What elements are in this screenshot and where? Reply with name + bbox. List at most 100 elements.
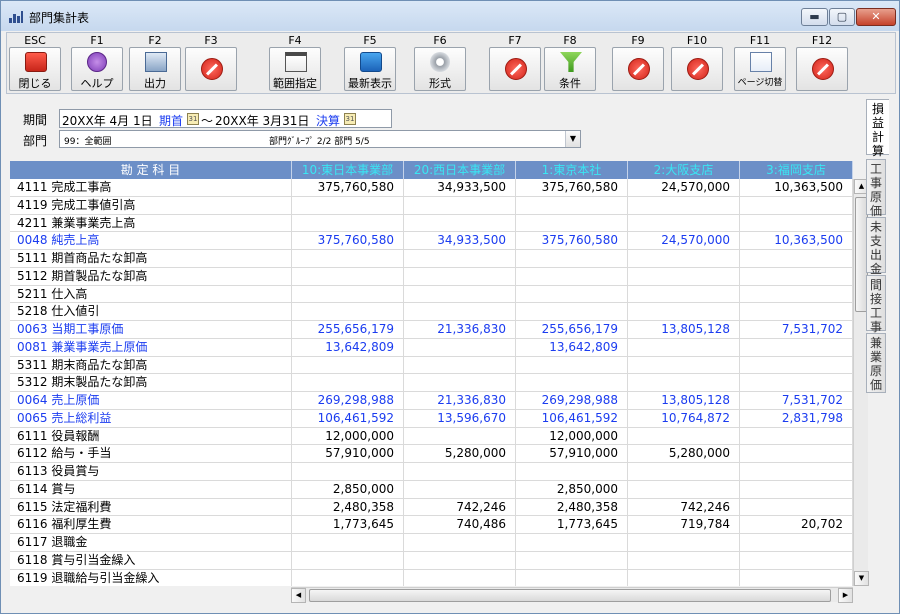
value-cell[interactable]: 375,760,580 bbox=[516, 232, 628, 250]
account-cell[interactable]: 5311 期末商品たな卸高 bbox=[10, 356, 292, 374]
value-cell[interactable] bbox=[292, 463, 404, 480]
account-cell[interactable]: 0064 売上原価 bbox=[10, 392, 292, 409]
account-cell[interactable]: 0063 当期工事原価 bbox=[10, 321, 292, 338]
value-cell[interactable]: 255,656,179 bbox=[516, 321, 628, 338]
value-cell[interactable] bbox=[516, 551, 628, 569]
side-tab[interactable]: 兼業原価 bbox=[866, 333, 886, 393]
value-cell[interactable]: 13,596,670 bbox=[404, 409, 516, 427]
table-row[interactable]: 5112 期首製品たな卸高 bbox=[10, 267, 853, 286]
value-cell[interactable]: 10,363,500 bbox=[740, 232, 853, 250]
value-cell[interactable] bbox=[292, 285, 404, 303]
value-cell[interactable] bbox=[292, 303, 404, 321]
value-cell[interactable]: 1,773,645 bbox=[292, 516, 404, 534]
button-f8[interactable]: 条件 bbox=[544, 47, 596, 91]
table-row[interactable]: 5111 期首商品たな卸高 bbox=[10, 250, 853, 268]
value-cell[interactable] bbox=[516, 463, 628, 480]
value-cell[interactable] bbox=[628, 303, 740, 321]
table-row[interactable]: 5211 仕入高 bbox=[10, 285, 853, 304]
value-cell[interactable] bbox=[404, 214, 516, 232]
table-row[interactable]: 5312 期末製品たな卸高 bbox=[10, 374, 853, 392]
value-cell[interactable]: 255,656,179 bbox=[292, 321, 404, 338]
value-cell[interactable]: 10,363,500 bbox=[740, 179, 853, 196]
button-f2[interactable]: 出力 bbox=[129, 47, 181, 91]
value-cell[interactable] bbox=[628, 551, 740, 569]
value-cell[interactable] bbox=[516, 534, 628, 551]
value-cell[interactable] bbox=[292, 569, 404, 586]
value-cell[interactable]: 13,805,128 bbox=[628, 321, 740, 338]
account-cell[interactable]: 5218 仕入値引 bbox=[10, 303, 292, 321]
value-cell[interactable] bbox=[628, 569, 740, 586]
value-cell[interactable] bbox=[740, 214, 853, 232]
value-cell[interactable] bbox=[404, 551, 516, 569]
value-cell[interactable] bbox=[628, 374, 740, 392]
value-cell[interactable]: 269,298,988 bbox=[292, 392, 404, 409]
account-cell[interactable]: 6112 給与・手当 bbox=[10, 445, 292, 463]
account-cell[interactable]: 5112 期首製品たな卸高 bbox=[10, 267, 292, 285]
value-cell[interactable]: 57,910,000 bbox=[516, 445, 628, 463]
value-cell[interactable] bbox=[292, 551, 404, 569]
scroll-left-icon[interactable]: ◀ bbox=[291, 588, 306, 603]
value-cell[interactable] bbox=[404, 569, 516, 586]
value-cell[interactable]: 5,280,000 bbox=[404, 445, 516, 463]
value-cell[interactable] bbox=[404, 534, 516, 551]
value-cell[interactable] bbox=[516, 569, 628, 586]
value-cell[interactable]: 13,805,128 bbox=[628, 392, 740, 409]
value-cell[interactable] bbox=[740, 267, 853, 285]
value-cell[interactable]: 269,298,988 bbox=[516, 392, 628, 409]
value-cell[interactable] bbox=[404, 196, 516, 214]
value-cell[interactable] bbox=[628, 480, 740, 498]
value-cell[interactable] bbox=[292, 356, 404, 374]
value-cell[interactable] bbox=[404, 480, 516, 498]
account-cell[interactable]: 6116 福利厚生費 bbox=[10, 516, 292, 534]
value-cell[interactable]: 5,280,000 bbox=[628, 445, 740, 463]
chevron-down-icon[interactable]: ▼ bbox=[565, 131, 580, 147]
table-row[interactable]: 6116 福利厚生費 1,773,645 740,486 1,773,645 719,7… bbox=[10, 516, 853, 534]
subtotal-row[interactable]: 0065 売上総利益 106,461,592 13,596,670 106,461,5… bbox=[10, 409, 853, 428]
disabled-button-f10[interactable] bbox=[671, 47, 723, 91]
end-calendar-icon[interactable]: 31 bbox=[344, 113, 356, 125]
disabled-button-f12[interactable] bbox=[796, 47, 848, 91]
account-cell[interactable]: 5312 期末製品たな卸高 bbox=[10, 374, 292, 392]
subtotal-row[interactable]: 0064 売上原価 269,298,988 21,336,830 269,298,98… bbox=[10, 392, 853, 410]
value-cell[interactable] bbox=[404, 267, 516, 285]
value-cell[interactable] bbox=[404, 427, 516, 445]
table-row[interactable]: 6111 役員報酬 12,000,000 12,000,000 bbox=[10, 427, 853, 446]
value-cell[interactable]: 10,764,872 bbox=[628, 409, 740, 427]
close-window-button[interactable]: ✕ bbox=[856, 8, 896, 26]
value-cell[interactable] bbox=[292, 196, 404, 214]
end-date[interactable]: 20XX年 3月31日 bbox=[215, 112, 309, 129]
value-cell[interactable] bbox=[404, 338, 516, 356]
value-cell[interactable]: 740,486 bbox=[404, 516, 516, 534]
value-cell[interactable] bbox=[740, 356, 853, 374]
title-bar[interactable]: 部門集計表 ▬ ▢ ✕ bbox=[1, 1, 899, 31]
minimize-button[interactable]: ▬ bbox=[801, 8, 828, 26]
value-cell[interactable]: 2,480,358 bbox=[292, 498, 404, 516]
maximize-button[interactable]: ▢ bbox=[829, 8, 855, 26]
value-cell[interactable] bbox=[740, 498, 853, 516]
value-cell[interactable] bbox=[516, 285, 628, 303]
value-cell[interactable]: 106,461,592 bbox=[516, 409, 628, 427]
value-cell[interactable] bbox=[628, 267, 740, 285]
side-tab[interactable]: 間接工事 bbox=[866, 275, 886, 334]
side-tab[interactable]: 損益計算 bbox=[866, 99, 889, 158]
table-row[interactable]: 6115 法定福利費 2,480,358 742,246 2,480,358 742,2… bbox=[10, 498, 853, 517]
subtotal-row[interactable]: 0063 当期工事原価 255,656,179 21,336,830 255,656,… bbox=[10, 321, 853, 339]
value-cell[interactable] bbox=[740, 250, 853, 267]
value-cell[interactable] bbox=[516, 356, 628, 374]
column-header-dept[interactable]: 1:東京本社 bbox=[516, 161, 628, 179]
horizontal-scroll-thumb[interactable] bbox=[309, 589, 831, 602]
column-header-dept[interactable]: 10:東日本事業部 bbox=[292, 161, 404, 179]
value-cell[interactable]: 742,246 bbox=[628, 498, 740, 516]
subtotal-row[interactable]: 0081 兼業事業売上原価 13,642,809 13,642,809 bbox=[10, 338, 853, 357]
disabled-button-f7[interactable] bbox=[489, 47, 541, 91]
side-tab[interactable]: 未支出金 bbox=[866, 217, 886, 276]
value-cell[interactable]: 57,910,000 bbox=[292, 445, 404, 463]
column-header-dept[interactable]: 3:福岡支店 bbox=[740, 161, 853, 179]
value-cell[interactable] bbox=[628, 196, 740, 214]
period-field[interactable]: 20XX年 4月 1日 期首 31 ～ 20XX年 3月31日 決算 31 bbox=[59, 109, 392, 128]
value-cell[interactable]: 34,933,500 bbox=[404, 179, 516, 196]
value-cell[interactable] bbox=[404, 463, 516, 480]
value-cell[interactable]: 24,570,000 bbox=[628, 232, 740, 250]
value-cell[interactable] bbox=[628, 214, 740, 232]
value-cell[interactable] bbox=[404, 356, 516, 374]
